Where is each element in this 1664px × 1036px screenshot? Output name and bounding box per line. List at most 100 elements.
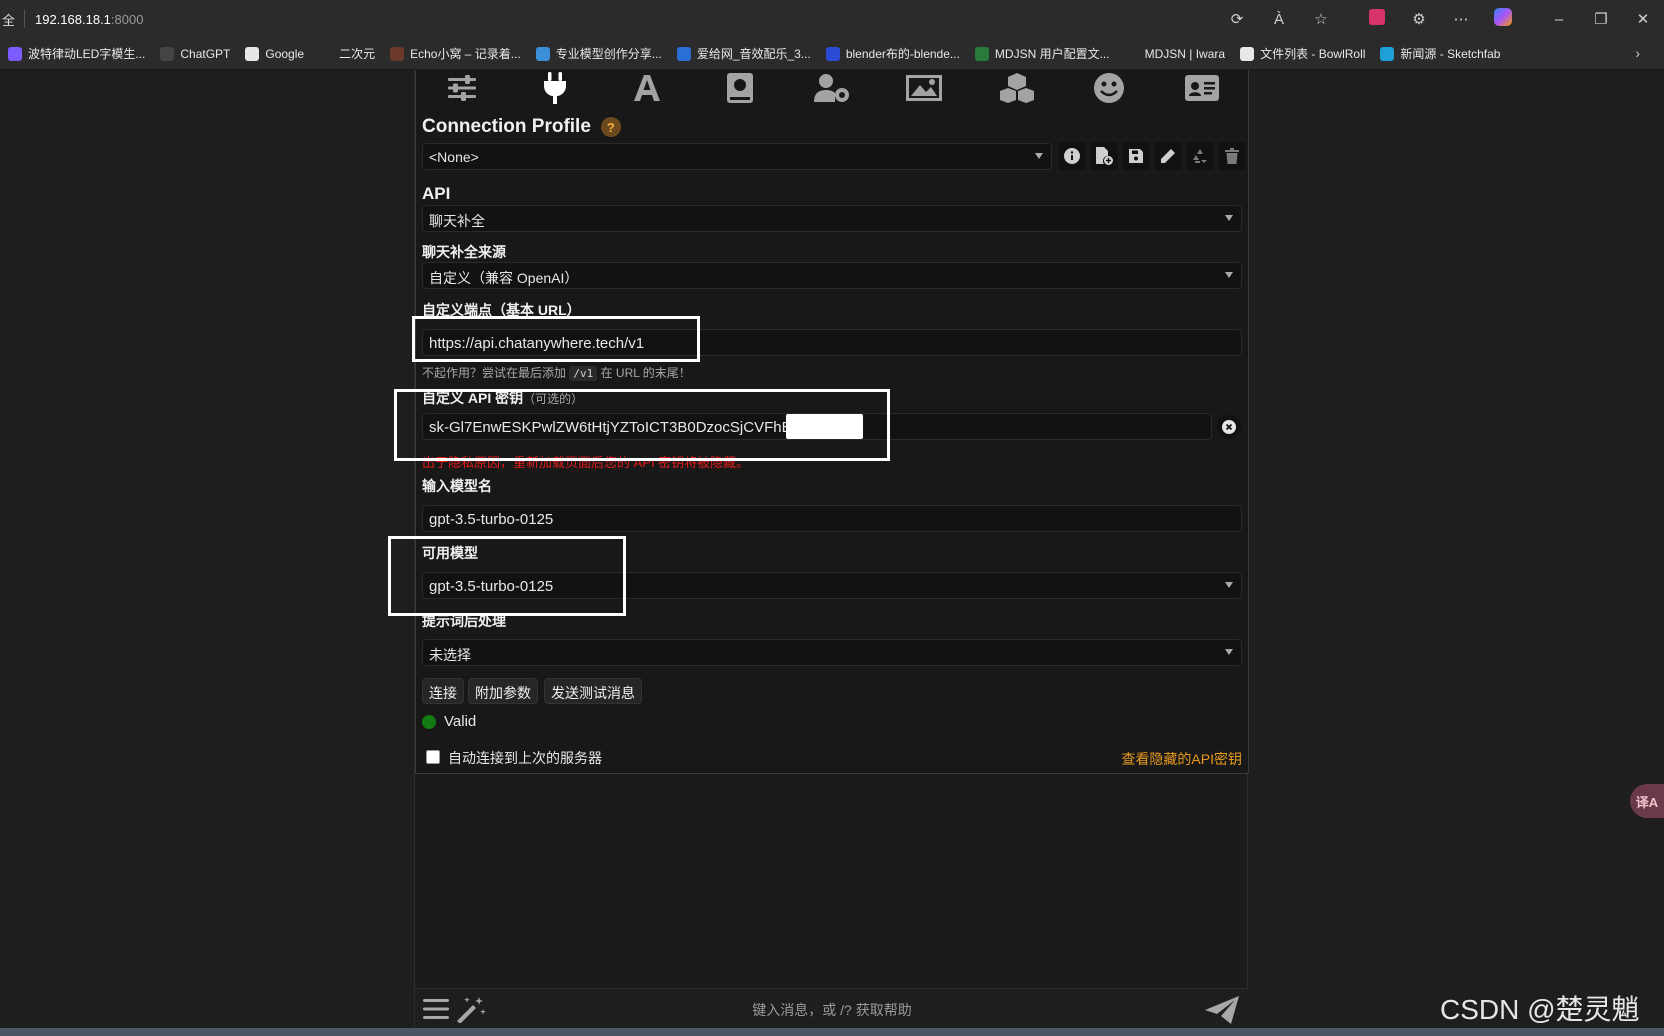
bookmark-label: ChatGPT (180, 46, 231, 61)
annotation-box-api-key (394, 389, 890, 461)
extra-parameters-button[interactable]: 附加参数 (468, 678, 538, 704)
message-input[interactable]: 键入消息，或 /? 获取帮助 (415, 1000, 1249, 1020)
auto-connect-checkbox[interactable] (426, 750, 440, 764)
bookmark-favicon-icon (390, 46, 405, 61)
bookmark-label: Echo小窝 – 记录着... (410, 47, 521, 61)
send-test-message-button[interactable]: 发送测试消息 (544, 678, 642, 704)
prompt-postprocessing-select[interactable]: 未选择 (422, 639, 1242, 666)
url-text[interactable]: 192.168.18.1:8000 (35, 12, 143, 27)
pencil-icon (1161, 149, 1175, 163)
bookmark-item[interactable]: Google (245, 46, 305, 61)
bookmark-favicon-icon (1380, 46, 1395, 61)
connect-button[interactable]: 连接 (422, 678, 464, 704)
refresh-site-icon[interactable]: ⟳ (1216, 10, 1258, 28)
auto-connect-label: 自动连接到上次的服务器 (448, 750, 602, 766)
profile-rename-button[interactable] (1154, 142, 1182, 170)
bookmark-favicon-icon (825, 46, 840, 61)
bookmark-item[interactable]: 文件列表 - BowlRoll (1240, 45, 1365, 62)
read-aloud-icon[interactable]: À (1258, 11, 1300, 28)
bookmark-item[interactable]: ChatGPT (160, 46, 231, 61)
tab-backgrounds[interactable] (904, 72, 944, 104)
chevron-down-icon (1225, 272, 1233, 278)
bookmark-item[interactable]: MDJSN | Iwara (1124, 46, 1226, 61)
chevron-down-icon (1225, 215, 1233, 221)
api-select[interactable]: 聊天补全 (422, 205, 1242, 232)
bookmark-favicon-icon (8, 46, 22, 61)
profile-delete-button[interactable] (1218, 142, 1246, 170)
more-options-icon[interactable]: ⋯ (1440, 10, 1482, 28)
info-circle-icon (1064, 148, 1080, 164)
user-gear-icon (813, 74, 849, 102)
tab-world-info[interactable] (720, 72, 760, 104)
restore-icon[interactable]: ❐ (1580, 10, 1622, 28)
tab-ai-response-config[interactable] (442, 72, 482, 104)
extensions-icon[interactable]: ⚙ (1398, 10, 1440, 28)
api-connections-drawer: Connection Profile ? <None> API 聊天补全 聊天补… (388, 70, 1249, 774)
bookmark-item[interactable]: 二次元 (319, 45, 375, 62)
view-hidden-api-keys-link[interactable]: 查看隐藏的API密钥 (1121, 749, 1242, 769)
translate-extension-icon[interactable] (1356, 9, 1398, 29)
bookmark-label: MDJSN | Iwara (1144, 46, 1226, 61)
address-bar[interactable]: 全 192.168.18.1:8000 ⟳ À ☆ ⚙ ⋯ – ❐ ✕ (0, 0, 1664, 38)
tab-advanced-formatting[interactable] (627, 72, 667, 104)
help-icon[interactable]: ? (600, 117, 621, 137)
tab-user-settings[interactable] (812, 72, 852, 104)
status-indicator (422, 715, 436, 729)
circle-xmark-icon (1222, 420, 1236, 434)
connection-profile-select[interactable]: <None> (422, 143, 1052, 170)
bookmark-favicon-icon (535, 46, 550, 61)
minimize-icon[interactable]: – (1538, 11, 1580, 28)
bookmark-item[interactable]: MDJSN 用户配置文... (974, 45, 1110, 62)
bookmark-item[interactable]: 新闻源 - Sketchfab (1380, 45, 1500, 62)
recycle-icon (1193, 149, 1207, 163)
cubes-icon (999, 73, 1034, 103)
bookmark-item[interactable]: 波特律动LED字模生... (8, 45, 145, 62)
favorite-star-icon[interactable]: ☆ (1300, 10, 1342, 28)
paper-plane-icon (1205, 996, 1239, 1024)
id-card-icon (1184, 75, 1219, 101)
bookmark-label: blender布的-blende... (845, 47, 960, 61)
watermark: CSDN @楚灵魈 (1440, 994, 1640, 1025)
bookmark-label: Google (265, 46, 305, 61)
trash-icon (1225, 148, 1239, 164)
bookmark-item[interactable]: 爱给网_音效配乐_3... (676, 45, 811, 62)
bookmarks-overflow-chevron-icon[interactable]: › (1635, 45, 1640, 61)
message-composer: 键入消息，或 /? 获取帮助 (415, 988, 1249, 1028)
bookmark-item[interactable]: 专业模型创作分享... (535, 45, 662, 62)
profile-save-button[interactable] (1122, 142, 1150, 170)
endpoint-hint: 不起作用？尝试在最后添加 /v1 在 URL 的末尾！ (422, 366, 691, 381)
bookmark-favicon-icon (676, 46, 691, 61)
bookmark-label: 二次元 (339, 47, 376, 61)
bookmark-label: 新闻源 - Sketchfab (1400, 47, 1501, 61)
tab-api-connections[interactable] (535, 72, 575, 104)
translate-floating-button[interactable]: 译A (1630, 784, 1664, 818)
bookmark-label: 爱给网_音效配乐_3... (696, 47, 811, 61)
profile-reload-button[interactable] (1186, 142, 1214, 170)
chat-completion-source-label: 聊天补全来源 (422, 244, 506, 260)
file-circle-plus-icon (1096, 147, 1113, 165)
chat-completion-source-select[interactable]: 自定义（兼容 OpenAI） (422, 262, 1242, 289)
bookmark-item[interactable]: blender布的-blende... (825, 45, 960, 62)
book-atlas-icon (726, 73, 753, 103)
tab-character-management[interactable] (1182, 72, 1222, 104)
chevron-down-icon (1225, 582, 1233, 588)
profile-create-button[interactable] (1090, 142, 1118, 170)
clear-api-key-button[interactable] (1217, 415, 1241, 439)
model-name-input[interactable]: gpt-3.5-turbo-0125 (422, 505, 1242, 532)
bookmark-label: MDJSN 用户配置文... (994, 47, 1110, 61)
bookmark-label: 波特律动LED字模生... (28, 47, 146, 61)
bookmark-favicon-icon (319, 46, 334, 61)
copilot-icon[interactable] (1482, 8, 1524, 30)
face-smile-icon (1094, 73, 1125, 103)
bookmark-label: 文件列表 - BowlRoll (1260, 47, 1366, 61)
bookmark-item[interactable]: Echo小窝 – 记录着... (390, 45, 521, 62)
bookmark-label: 专业模型创作分享... (555, 47, 662, 61)
send-message-button[interactable] (1205, 996, 1239, 1029)
close-window-icon[interactable]: ✕ (1622, 10, 1664, 28)
profile-info-button[interactable] (1058, 142, 1086, 170)
tab-extensions[interactable] (997, 72, 1037, 104)
chevron-down-icon (1035, 153, 1043, 159)
tab-persona[interactable] (1089, 72, 1129, 104)
bookmark-favicon-icon (160, 46, 175, 61)
chevron-down-icon (1225, 649, 1233, 655)
